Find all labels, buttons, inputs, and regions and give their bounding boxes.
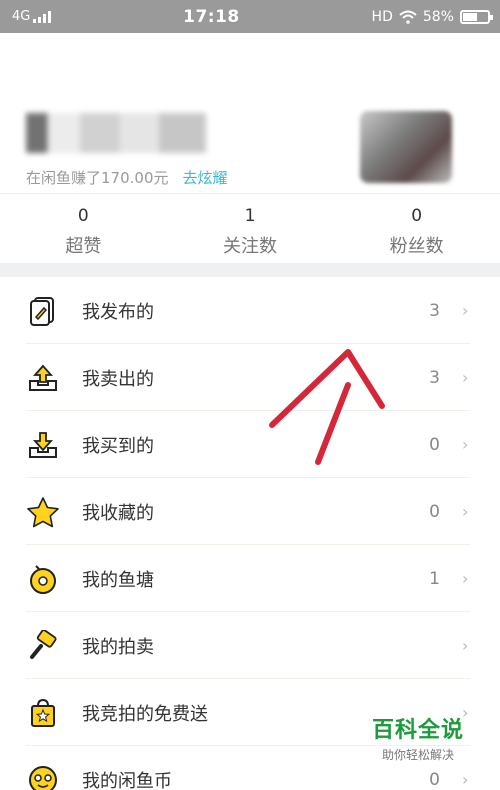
watermark: 百科全说 助你轻松解决	[372, 712, 464, 763]
menu-item-label: 我竞拍的免费送	[82, 703, 208, 725]
menu-item-sold[interactable]: 我卖出的 3 ›	[0, 344, 500, 411]
battery-icon	[459, 9, 493, 24]
watermark-title: 百科全说	[371, 718, 464, 743]
coin-icon	[26, 763, 60, 790]
chevron-right-icon: ›	[462, 435, 469, 454]
menu-item-label: 我的闲鱼币	[82, 770, 172, 790]
sold-icon	[26, 361, 60, 395]
stat-value: 0	[411, 206, 423, 226]
menu-item-count: 3	[429, 300, 440, 321]
chevron-right-icon: ›	[462, 770, 469, 789]
stat-following[interactable]: 1 关注数	[167, 194, 334, 263]
menu-item-label: 我收藏的	[82, 502, 154, 524]
menu-item-count: 0	[429, 501, 440, 522]
chevron-right-icon: ›	[462, 569, 469, 588]
clock: 17:18	[183, 6, 240, 27]
stat-label: 粉丝数	[389, 236, 444, 257]
fishpond-icon	[26, 562, 60, 596]
stat-likes[interactable]: 0 超赞	[0, 194, 167, 263]
menu-item-label: 我卖出的	[82, 368, 154, 390]
network-indicator: 4G	[12, 9, 52, 24]
star-icon	[26, 495, 60, 529]
stats-bar: 0 超赞 1 关注数 0 粉丝数	[0, 193, 500, 263]
battery-percent: 58%	[422, 8, 454, 25]
menu-item-published[interactable]: 我发布的 3 ›	[0, 277, 500, 344]
menu-item-count: 1	[429, 568, 440, 589]
watermark-subtitle: 助你轻松解决	[381, 748, 454, 762]
earnings-text: 在闲鱼赚了170.00元	[26, 169, 169, 187]
menu-item-auction[interactable]: 我的拍卖 ›	[0, 612, 500, 679]
menu-item-count: 0	[429, 769, 440, 790]
chevron-right-icon: ›	[462, 502, 469, 521]
hd-label: HD	[371, 8, 393, 25]
network-type: 4G	[12, 9, 31, 24]
status-icons: HD 58%	[371, 8, 493, 25]
username-blurred	[26, 113, 206, 153]
section-divider	[0, 263, 500, 277]
avatar[interactable]	[360, 111, 452, 183]
chevron-right-icon: ›	[462, 368, 469, 387]
menu-item-label: 我的鱼塘	[82, 569, 154, 591]
wifi-icon	[399, 10, 417, 24]
bought-icon	[26, 428, 60, 462]
menu-item-count: 0	[429, 434, 440, 455]
chevron-right-icon: ›	[462, 301, 469, 320]
flaunt-link[interactable]: 去炫耀	[183, 169, 228, 187]
menu-item-label: 我买到的	[82, 435, 154, 457]
menu-item-favorites[interactable]: 我收藏的 0 ›	[0, 478, 500, 545]
gavel-icon	[26, 629, 60, 663]
earnings-line: 在闲鱼赚了170.00元 去炫耀	[26, 167, 228, 188]
gift-bag-icon	[26, 696, 60, 730]
publish-icon	[26, 294, 60, 328]
signal-icon	[33, 10, 52, 23]
status-bar: 4G 17:18 HD 58%	[0, 0, 500, 33]
stat-value: 0	[77, 206, 89, 226]
menu-item-count: 3	[429, 367, 440, 388]
stat-label: 超赞	[65, 236, 102, 257]
menu-item-bought[interactable]: 我买到的 0 ›	[0, 411, 500, 478]
stat-followers[interactable]: 0 粉丝数	[333, 194, 500, 263]
menu-item-label: 我发布的	[82, 301, 154, 323]
menu-item-fishpond[interactable]: 我的鱼塘 1 ›	[0, 545, 500, 612]
stat-value: 1	[244, 206, 256, 226]
profile-header: 在闲鱼赚了170.00元 去炫耀	[0, 33, 500, 193]
chevron-right-icon: ›	[462, 636, 469, 655]
stat-label: 关注数	[223, 236, 277, 257]
menu-item-label: 我的拍卖	[82, 636, 154, 658]
